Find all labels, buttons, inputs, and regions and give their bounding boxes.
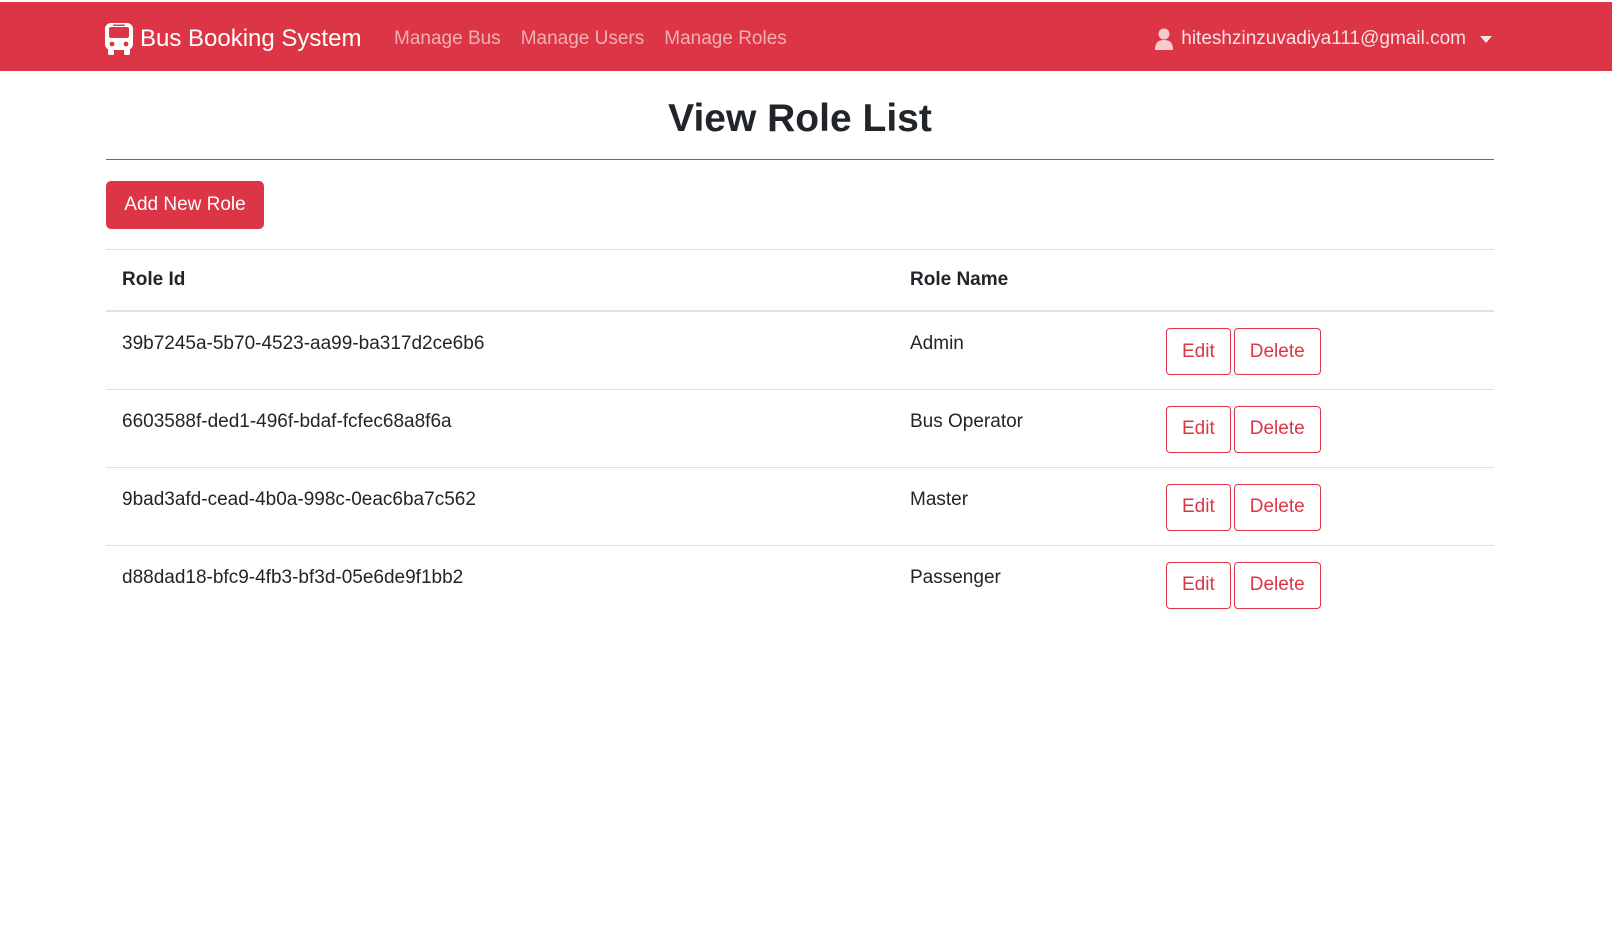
- header-actions: [1166, 249, 1494, 312]
- role-name-cell: Master: [894, 467, 1166, 546]
- edit-button[interactable]: Edit: [1166, 561, 1231, 609]
- page-title: View Role List: [668, 97, 932, 140]
- header-role-name: Role Name: [894, 249, 1166, 312]
- table-header-row: Role Id Role Name: [106, 249, 1494, 312]
- bus-icon: [105, 23, 133, 55]
- brand-link[interactable]: Bus Booking System: [104, 22, 361, 56]
- delete-button[interactable]: Delete: [1233, 405, 1321, 453]
- user-icon: [1155, 28, 1174, 50]
- role-id-cell: d88dad18-bfc9-4fb3-bf3d-05e6de9f1bb2: [122, 566, 464, 588]
- edit-button[interactable]: Edit: [1166, 483, 1231, 531]
- actions-cell: Edit Delete: [1166, 545, 1494, 623]
- table-row: 39b7245a-5b70-4523-aa99-ba317d2ce6b6 Adm…: [106, 311, 1494, 390]
- nav-manage-roles[interactable]: Manage Roles: [664, 24, 787, 54]
- role-id-cell: 6603588f-ded1-496f-bdaf-fcfec68a8f6a: [106, 389, 894, 468]
- nav-links: Manage Bus Manage Users Manage Roles: [394, 24, 807, 54]
- caret-down-icon: [1480, 35, 1492, 43]
- edit-button[interactable]: Edit: [1166, 328, 1231, 375]
- table-row: d88dad18-bfc9-4fb3-bf3d-05e6de9f1bb2 Pas…: [106, 545, 1494, 623]
- nav-manage-users[interactable]: Manage Users: [521, 24, 645, 54]
- delete-button[interactable]: Delete: [1233, 328, 1321, 375]
- edit-button[interactable]: Edit: [1166, 405, 1231, 453]
- delete-button[interactable]: Delete: [1233, 483, 1321, 531]
- actions-cell: Edit Delete: [1166, 467, 1494, 546]
- user-dropdown[interactable]: hiteshzinzuvadiya111@gmail.com: [1155, 24, 1492, 54]
- actions-cell: Edit Delete: [1166, 311, 1494, 390]
- role-name-cell: Bus Operator: [894, 389, 1166, 468]
- nav-manage-bus[interactable]: Manage Bus: [394, 24, 501, 54]
- user-email: hiteshzinzuvadiya111@gmail.com: [1181, 28, 1466, 49]
- delete-button[interactable]: Delete: [1233, 561, 1321, 609]
- add-new-role-button[interactable]: Add New Role: [106, 181, 264, 229]
- role-id-cell: 9bad3afd-cead-4b0a-998c-0eac6ba7c562: [106, 467, 894, 546]
- roles-table: Role Id Role Name 39b7245a-5b70-4523-aa9…: [106, 249, 1494, 623]
- brand-name: Bus Booking System: [140, 25, 362, 52]
- role-name-cell: Admin: [894, 311, 1166, 390]
- role-id-cell: 39b7245a-5b70-4523-aa99-ba317d2ce6b6: [106, 311, 894, 390]
- header-role-id: Role Id: [106, 249, 894, 312]
- top-navbar: Bus Booking System Manage Bus Manage Use…: [0, 2, 1612, 71]
- title-divider: [106, 159, 1494, 160]
- actions-cell: Edit Delete: [1166, 389, 1494, 468]
- table-row: 9bad3afd-cead-4b0a-998c-0eac6ba7c562 Mas…: [106, 467, 1494, 546]
- role-name-cell: Passenger: [910, 566, 1001, 588]
- table-row: 6603588f-ded1-496f-bdaf-fcfec68a8f6a Bus…: [106, 389, 1494, 468]
